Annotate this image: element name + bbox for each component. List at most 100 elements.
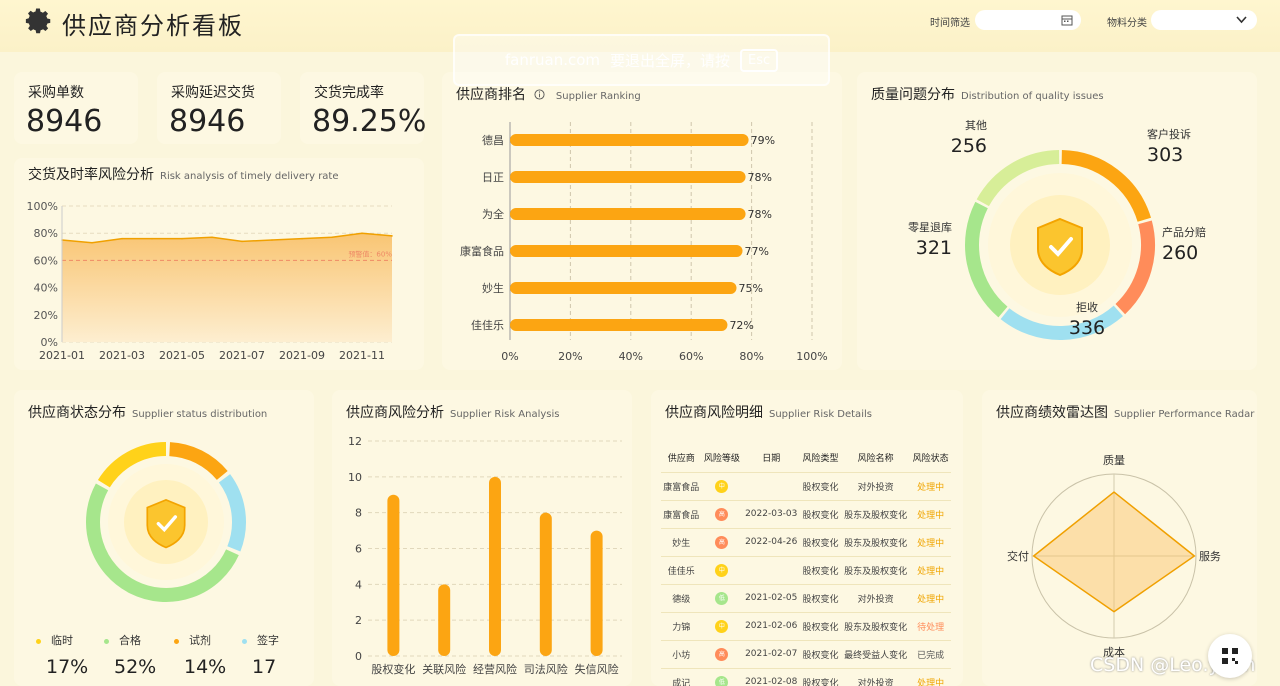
calendar-icon[interactable]	[1061, 14, 1073, 26]
risk-level-badge: 中	[715, 479, 729, 493]
card-subtitle: Distribution of quality issues	[961, 91, 1104, 102]
fullscreen-toast: fanruan.com 要退出全屏，请按 Esc	[453, 34, 830, 86]
data-label: 75%	[739, 282, 763, 295]
table-cell: 股权变化	[800, 528, 841, 557]
legend-value: 17	[252, 656, 277, 678]
y-tick-label: 100%	[27, 200, 58, 213]
card-title: 交货及时率风险分析	[28, 167, 154, 183]
column-header[interactable]: 供应商	[661, 444, 702, 473]
data-label: 72%	[729, 319, 753, 332]
table-cell: 对外投资	[840, 584, 911, 613]
y-tick-label: 12	[348, 435, 362, 448]
legend-label: 试剂	[189, 634, 211, 647]
table-row[interactable]: 妙生高 2022-04-26 股权变化 股东及股权变化 处理中	[661, 528, 951, 557]
table-cell: 2021-02-07	[742, 640, 801, 669]
table-row[interactable]: 康富食品高 2022-03-03 股权变化 股东及股权变化 处理中	[661, 500, 951, 529]
quality-issues-card: 质量问题分布 Distribution of quality issues 客户投…	[857, 72, 1257, 370]
y-tick-label: 60%	[34, 254, 58, 267]
table-cell: 德级	[661, 584, 702, 613]
table-cell: 对外投资	[840, 668, 911, 686]
x-tick-label: 2021-05	[159, 349, 205, 362]
column-header[interactable]: 风险状态	[910, 444, 951, 473]
table-cell: 股权变化	[800, 472, 841, 501]
category-select[interactable]	[1151, 10, 1257, 30]
risk-level-badge: 低	[715, 591, 729, 605]
legend-label: 签字	[257, 634, 279, 647]
legend-label: 临时	[51, 634, 73, 647]
table-row[interactable]: 德级低 2021-02-05 股权变化 对外投资 处理中	[661, 584, 951, 613]
risk-level-cell: 中	[701, 472, 743, 501]
gear-icon[interactable]	[24, 6, 54, 36]
card-subtitle: Supplier Risk Details	[769, 409, 872, 420]
table-row[interactable]: 力锦中 2021-02-06 股权变化 股东及股权变化 待处理	[661, 612, 951, 641]
radar-axis-label: 质量	[1103, 454, 1125, 467]
x-tick-label: 股权变化	[371, 662, 415, 676]
supplier-status-card: 供应商状态分布 Supplier status distribution 临时 17…	[14, 390, 314, 686]
risk-level-cell: 中	[701, 612, 743, 641]
column-header[interactable]: 风险类型	[800, 444, 841, 473]
y-tick-label: 0	[355, 650, 362, 663]
table-row[interactable]: 康富食品中 股权变化 对外投资 处理中	[661, 472, 951, 501]
table-cell: 股东及股权变化	[840, 612, 911, 641]
table-cell: 股东及股权变化	[840, 556, 911, 585]
qr-button[interactable]	[1208, 634, 1252, 678]
y-tick-label: 4	[355, 578, 362, 591]
legend-dot	[36, 638, 41, 644]
table-cell: 康富食品	[661, 472, 702, 501]
data-label: 78%	[748, 208, 772, 221]
table-cell: 处理中	[910, 500, 951, 529]
card-subtitle: Supplier status distribution	[132, 409, 268, 420]
bar	[510, 171, 746, 183]
column-header[interactable]: 风险名称	[840, 444, 911, 473]
risk-level-badge: 低	[715, 675, 729, 686]
bar	[590, 530, 603, 656]
threshold-label: 预警值：60%	[348, 249, 392, 258]
table-cell: 成记	[661, 668, 702, 686]
chevron-down-icon	[1236, 16, 1247, 24]
table-cell: 力锦	[661, 612, 702, 641]
bar	[510, 208, 746, 220]
radar-area	[1032, 491, 1196, 613]
legend-dot	[104, 638, 109, 644]
table-cell: 对外投资	[840, 472, 911, 501]
data-point	[151, 237, 153, 240]
status-donut-chart	[86, 442, 246, 602]
data-label: 78%	[748, 171, 772, 184]
table-cell: 处理中	[910, 584, 951, 613]
table-row[interactable]: 佳佳乐中 股权变化 股东及股权变化 处理中	[661, 556, 951, 585]
risk-bar-chart: 0 2 4 6 8 10 12 股权变化 关联风险 经营风险 司法风险 失信风险	[348, 435, 622, 676]
legend-item: 试剂	[174, 632, 211, 648]
category-filter-label: 物料分类	[1107, 18, 1147, 29]
info-icon[interactable]	[534, 89, 545, 100]
table-cell	[742, 472, 801, 501]
risk-level-cell: 高	[701, 528, 743, 557]
table-cell: 佳佳乐	[661, 556, 702, 585]
radar-axis-label: 交付	[1007, 549, 1029, 563]
data-label: 77%	[745, 245, 769, 258]
risk-level-badge: 中	[715, 563, 729, 577]
table-cell: 股权变化	[800, 612, 841, 641]
data-point	[91, 241, 93, 244]
column-header[interactable]: 风险等级	[701, 444, 743, 473]
slice-value: 260	[1162, 242, 1198, 264]
table-row[interactable]: 小坊高 2021-02-07 股权变化 最终受益人变化 已完成	[661, 640, 951, 669]
slice-name: 拒收	[1076, 300, 1098, 314]
x-tick-label: 2021-01	[39, 349, 85, 362]
card-title: 供应商绩效雷达图	[996, 405, 1108, 421]
table-cell: 股权变化	[800, 668, 841, 686]
column-header[interactable]: 日期	[742, 444, 801, 473]
slice-value: 303	[1147, 144, 1183, 166]
card-subtitle: Supplier Risk Analysis	[450, 409, 560, 420]
time-filter-input[interactable]	[975, 10, 1081, 30]
delivery-risk-card: 交货及时率风险分析 Risk analysis of timely deliver…	[14, 158, 424, 370]
slice-value: 256	[951, 135, 987, 157]
toast-message: 要退出全屏，请按	[610, 51, 731, 70]
table-row[interactable]: 成记 低 2021-02-08 股权变化 对外投资 处理中	[661, 668, 951, 686]
x-tick-label: 2021-03	[99, 349, 145, 362]
time-filter-label: 时间筛选	[930, 18, 970, 29]
delivery-area-chart: 0% 20% 40% 60% 80% 100% 预警值：60% 2021-01 2021-03 2…	[27, 200, 393, 362]
shield-icon	[146, 498, 186, 549]
page-title: 供应商分析看板	[62, 12, 244, 40]
category-label: 佳佳乐	[471, 318, 504, 332]
quality-donut-chart: 客户投诉 303 产品分赔 260 拒收 336 零星退库 321 其他 256	[908, 119, 1206, 340]
